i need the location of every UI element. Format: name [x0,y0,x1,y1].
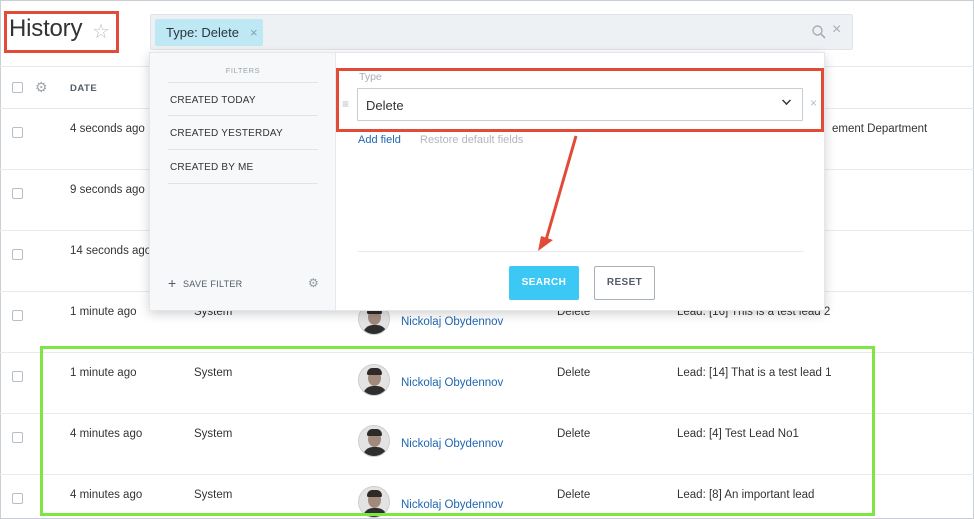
row-user-link[interactable]: Nickolaj Obydennov [401,316,503,328]
divider [168,115,318,116]
select-all-checkbox[interactable] [12,82,23,93]
divider [168,149,318,150]
add-field-link[interactable]: Add field [358,134,401,146]
filter-popup: FILTERS CREATED TODAY CREATED YESTERDAY … [149,52,825,311]
row-date: 1 minute ago [70,306,137,318]
preset-created-yesterday[interactable]: CREATED YESTERDAY [170,128,283,139]
row-date: 9 seconds ago [70,184,145,196]
divider [168,82,318,83]
preset-created-today[interactable]: CREATED TODAY [170,95,256,106]
star-icon[interactable]: ☆ [92,19,110,44]
row-date: 4 seconds ago [70,123,145,135]
row-checkbox[interactable] [12,188,23,199]
chip-remove-icon[interactable]: × [250,19,258,46]
column-date[interactable]: DATE [70,83,97,94]
divider [358,251,804,252]
row-checkbox[interactable] [12,432,23,443]
search-icon[interactable] [811,24,827,40]
filter-chip-label: Type: Delete [166,25,239,40]
row-checkbox[interactable] [12,371,23,382]
search-bar[interactable]: Type: Delete × × [150,14,853,50]
preset-created-by-me[interactable]: CREATED BY ME [170,162,253,173]
gear-icon[interactable]: ⚙ [308,276,319,290]
clear-search-icon[interactable]: × [832,21,841,39]
filter-chip[interactable]: Type: Delete × [155,19,263,46]
row-checkbox[interactable] [12,310,23,321]
rows-highlight [40,346,875,516]
field-highlight [336,68,824,132]
row-date: 14 seconds ago [70,245,152,257]
row-checkbox[interactable] [12,127,23,138]
reset-button[interactable]: RESET [594,266,655,300]
save-filter-button[interactable]: SAVE FILTER [183,279,242,289]
divider [168,183,318,184]
page-title: History [9,15,83,42]
presets-heading: FILTERS [225,66,261,75]
gear-icon[interactable]: ⚙ [35,79,48,96]
restore-default-fields-link[interactable]: Restore default fields [420,134,523,146]
filter-presets-panel: FILTERS CREATED TODAY CREATED YESTERDAY … [150,53,336,310]
plus-icon[interactable]: + [168,275,176,291]
row-checkbox[interactable] [12,493,23,504]
search-button[interactable]: SEARCH [509,266,579,300]
row-entity: ement Department [832,123,928,135]
row-checkbox[interactable] [12,249,23,260]
